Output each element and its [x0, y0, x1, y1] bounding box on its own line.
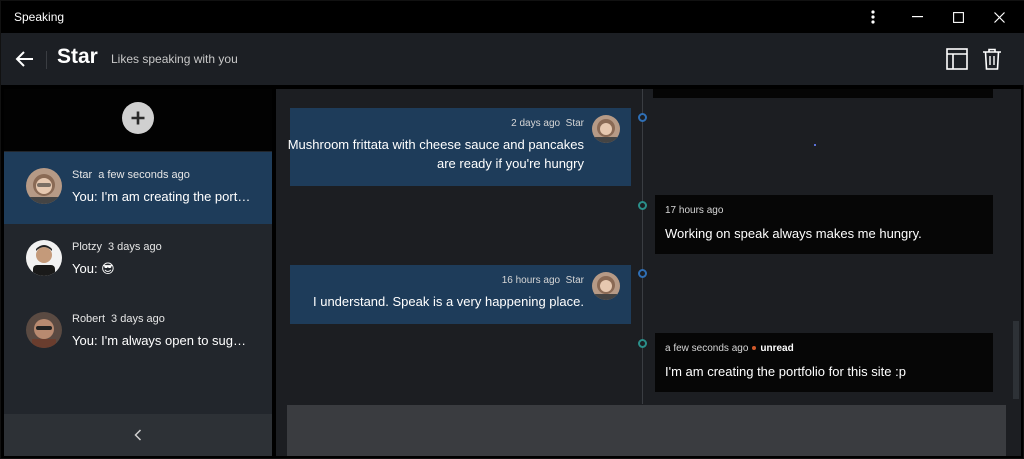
contact-name-line: Plotzy 3 days ago — [72, 241, 162, 253]
contact-name: Plotzy — [72, 241, 102, 253]
avatar — [592, 115, 620, 143]
conversation-header: Star Likes speaking with you — [1, 33, 1024, 85]
header-divider — [46, 51, 47, 69]
message-bubble-incoming[interactable]: 17 hours ago Working on speak always mak… — [655, 195, 993, 254]
message-time: 2 days ago — [511, 118, 561, 129]
contact-title: Star — [57, 45, 98, 68]
message-text-line: Mushroom frittata with cheese sauce and … — [287, 137, 584, 152]
add-contact-button[interactable] — [122, 102, 154, 134]
minimize-icon — [911, 16, 923, 18]
close-icon — [993, 11, 1005, 23]
conversation-pane: 2 days ago Star Mushroom frittata with c… — [276, 89, 1021, 456]
message-author: Star — [565, 118, 584, 129]
back-button[interactable] — [11, 45, 39, 73]
chevron-left-icon — [134, 429, 142, 441]
contact-last-message: You: 😎 — [72, 261, 115, 276]
maximize-icon — [952, 11, 964, 23]
message-bubble-outgoing[interactable]: 2 days ago Star Mushroom frittata with c… — [288, 108, 631, 186]
close-button[interactable] — [977, 1, 1021, 33]
contact-name: Robert — [72, 313, 106, 325]
message-text: I'm am creating the portfolio for this s… — [665, 364, 906, 379]
delete-button[interactable] — [978, 45, 1006, 73]
unread-badge: unread — [760, 343, 794, 354]
message-meta: 2 days ago Star — [511, 118, 584, 129]
avatar — [26, 240, 62, 276]
message-text-line: are ready if you're hungry — [436, 156, 584, 171]
contact-time: a few seconds ago — [98, 169, 190, 181]
contact-name-line: Robert 3 days ago — [72, 313, 165, 325]
timeline-dot — [638, 113, 647, 122]
add-contact-area — [4, 89, 272, 151]
message-time: 16 hours ago — [501, 275, 561, 286]
contact-item-plotzy[interactable]: Plotzy 3 days ago You: 😎 — [4, 224, 272, 296]
more-icon — [871, 10, 875, 24]
collapse-sidebar-button[interactable] — [4, 414, 272, 456]
minimize-button[interactable] — [895, 1, 939, 33]
contact-name-line: Star a few seconds ago — [72, 169, 190, 181]
message-text: Working on speak always makes me hungry. — [665, 226, 922, 241]
contact-item-robert[interactable]: Robert 3 days ago You: I'm always open to… — [4, 296, 272, 368]
maximize-button[interactable] — [936, 1, 980, 33]
message-meta: 16 hours ago Star — [502, 275, 584, 286]
scrollbar[interactable] — [1013, 321, 1019, 399]
message-bubble-outgoing[interactable]: 16 hours ago Star I understand. Speak is… — [290, 265, 631, 324]
timeline-dot — [638, 269, 647, 278]
message-bubble-incoming[interactable]: a few seconds ago unread I'm am creating … — [655, 333, 993, 392]
message-text: I understand. Speak is a very happening … — [312, 294, 584, 309]
unread-dot-icon — [752, 346, 757, 351]
avatar — [26, 168, 62, 204]
timeline-dot — [638, 339, 647, 348]
app-window: Speaking Star Likes speaking with you St… — [0, 0, 1024, 459]
layout-button[interactable] — [943, 45, 971, 73]
contacts-sidebar: Star a few seconds ago You: I'm am creati… — [4, 89, 272, 456]
layout-panel-icon — [946, 48, 968, 70]
message-meta: a few seconds ago unread — [665, 343, 794, 354]
message-text: Mushroom frittata with cheese sauce and … — [284, 135, 584, 173]
avatar — [26, 312, 62, 348]
plus-icon — [131, 111, 145, 125]
contact-time: 3 days ago — [107, 241, 162, 253]
trash-icon — [983, 48, 1001, 70]
avatar — [592, 272, 620, 300]
contact-name: Star — [72, 169, 93, 181]
message-time: 17 hours ago — [665, 205, 724, 216]
contact-last-message: You: I'm am creating the portfolio for t… — [72, 189, 252, 204]
message-time: a few seconds ago — [665, 343, 749, 354]
contact-time: 3 days ago — [111, 313, 165, 325]
window-title: Speaking — [14, 10, 65, 24]
timeline-dot — [638, 201, 647, 210]
message-composer[interactable] — [287, 405, 1006, 456]
contact-last-message: You: I'm always open to suggestions — [72, 333, 252, 348]
timeline-line — [642, 89, 643, 404]
contact-item-star[interactable]: Star a few seconds ago You: I'm am creati… — [4, 152, 272, 224]
more-button[interactable] — [851, 1, 895, 33]
back-arrow-icon — [15, 51, 33, 67]
previous-message-edge — [653, 89, 993, 98]
message-author: Star — [565, 275, 584, 286]
title-bar: Speaking — [1, 1, 1024, 33]
contact-subtitle: Likes speaking with you — [111, 52, 238, 66]
stray-pixel — [814, 144, 816, 146]
